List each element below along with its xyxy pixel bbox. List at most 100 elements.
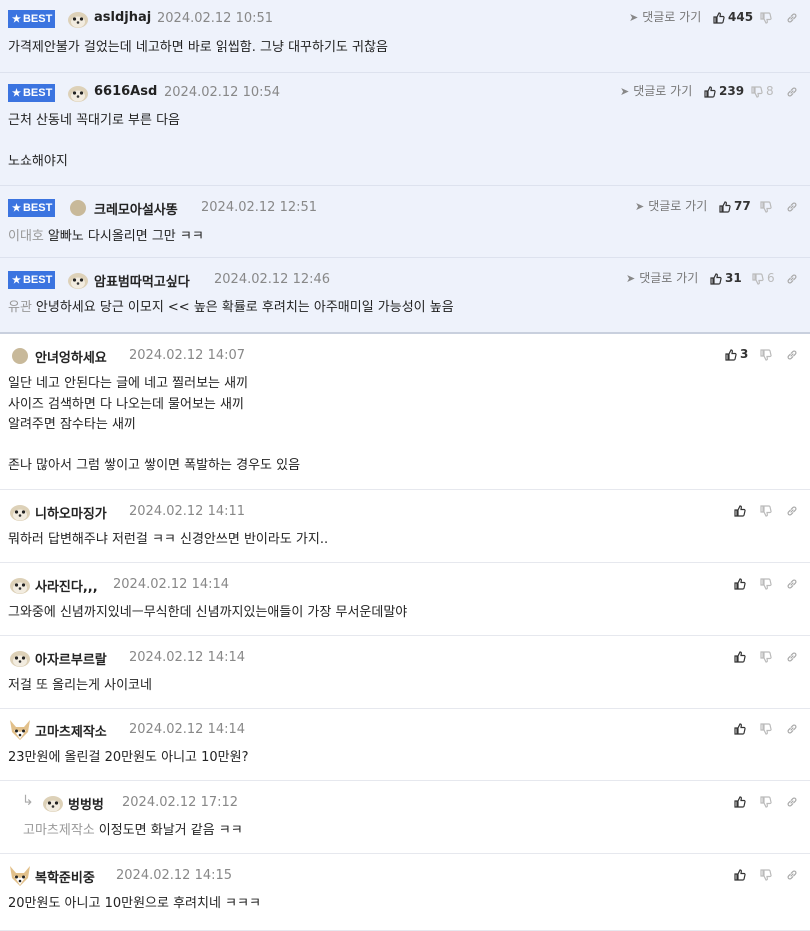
comment-nickname[interactable]: 벙벙벙 [68, 794, 104, 813]
downvote-button[interactable] [760, 503, 775, 517]
link-icon[interactable] [786, 505, 798, 517]
go-to-reply-link[interactable]: ➤ 댓글로 가기 [629, 8, 701, 25]
thumbs-down-icon [760, 795, 772, 808]
thumbs-down-icon [760, 650, 772, 663]
upvote-count: 31 [725, 271, 742, 285]
comment-text: 20만원도 아니고 10만원으로 후려치네 ㅋㅋㅋ [8, 896, 261, 911]
comment-nickname[interactable]: asldjhaj [94, 10, 151, 25]
link-icon[interactable] [786, 201, 798, 213]
dog-avatar-icon[interactable] [8, 500, 32, 524]
go-to-reply-link[interactable]: ➤ 댓글로 가기 [626, 269, 698, 286]
thumbs-down-icon [760, 868, 772, 881]
downvote-button[interactable] [760, 199, 775, 213]
link-icon[interactable] [786, 86, 798, 98]
best-comment: ★ BEST 6616Asd 2024.02.12 10:54 ➤ 댓글로 가기 239 8 근… [0, 73, 810, 186]
link-icon[interactable] [786, 349, 798, 361]
upvote-count: 445 [728, 10, 754, 24]
comment-nickname[interactable]: 6616Asd [94, 84, 157, 99]
thumbs-up-icon [734, 868, 746, 881]
link-icon[interactable] [786, 869, 798, 881]
dog-avatar-icon[interactable] [66, 268, 90, 292]
fox-avatar-icon[interactable] [8, 718, 32, 742]
comment-nickname[interactable]: 사라진다,,, [35, 576, 98, 595]
link-icon[interactable] [786, 12, 798, 24]
dog-avatar-icon[interactable] [8, 646, 32, 670]
send-arrow-icon: ➤ [620, 85, 630, 98]
comment-text: 뭐하러 답변해주냐 저런걸 ㅋㅋ 신경안쓰면 반이라도 가지.. [8, 532, 329, 547]
comment-nickname[interactable]: 크레모아설사똥 [94, 199, 178, 218]
upvote-button[interactable]: 31 [710, 271, 742, 285]
comment-body: 20만원도 아니고 10만원으로 후려치네 ㅋㅋㅋ [8, 894, 261, 915]
mention-tag[interactable]: 이대호 [8, 229, 44, 244]
downvote-button[interactable]: 6 [752, 271, 775, 285]
upvote-button[interactable] [734, 867, 749, 881]
thumbs-down-icon [760, 348, 772, 361]
downvote-button[interactable]: 8 [751, 84, 774, 98]
upvote-button[interactable]: 77 [719, 199, 751, 213]
comment-date: 2024.02.12 12:46 [214, 272, 331, 287]
comment-text: 이정도면 화날거 같음 ㅋㅋ [98, 823, 243, 838]
dog-avatar-icon[interactable] [66, 81, 90, 105]
comment-nickname[interactable]: 니하오마징가 [35, 503, 107, 522]
thumbs-up-icon [713, 11, 725, 24]
upvote-button[interactable] [734, 576, 749, 590]
upvote-button[interactable] [734, 794, 749, 808]
thumbs-up-icon [719, 200, 731, 213]
comment-nickname[interactable]: 복학준비중 [35, 867, 95, 886]
link-icon[interactable] [786, 651, 798, 663]
best-comment: ★ BEST 크레모아설사똥 2024.02.12 12:51 ➤ 댓글로 가기 77 이대호… [0, 186, 810, 258]
fox-avatar-icon[interactable] [8, 864, 32, 888]
downvote-button[interactable] [760, 649, 775, 663]
reply-arrow-icon: ↳ [22, 793, 34, 809]
comment-nickname[interactable]: 고마츠제작소 [35, 721, 107, 740]
link-icon[interactable] [786, 723, 798, 735]
comment-nickname[interactable]: 안녀엉하세요 [35, 347, 107, 366]
comment-text: 안녕하세요 당근 이모지 << 높은 확률로 후려치는 아주매미일 가능성이 높… [35, 300, 454, 315]
comment: 아자르부르랄 2024.02.12 14:14 저걸 또 올리는게 사이코네 [0, 636, 810, 709]
upvote-button[interactable] [734, 503, 749, 517]
upvote-button[interactable]: 3 [725, 347, 748, 361]
comment: 안녀엉하세요 2024.02.12 14:07 3 일단 네고 안된다는 글에 네고 … [0, 334, 810, 490]
downvote-button[interactable] [760, 867, 775, 881]
comment-body: 일단 네고 안된다는 글에 네고 찔러보는 새끼 사이즈 검색하면 다 나오는데… [8, 374, 300, 477]
comment-date: 2024.02.12 14:07 [129, 348, 246, 363]
comment-date: 2024.02.12 10:54 [164, 85, 281, 100]
upvote-button[interactable] [734, 649, 749, 663]
downvote-button[interactable] [760, 576, 775, 590]
downvote-button[interactable] [760, 10, 775, 24]
comment-nickname[interactable]: 아자르부르랄 [35, 649, 107, 668]
thumbs-down-icon [760, 504, 772, 517]
thumbs-down-icon [760, 577, 772, 590]
comment-date: 2024.02.12 10:51 [157, 11, 274, 26]
downvote-button[interactable] [760, 721, 775, 735]
comment-body: 저걸 또 올리는게 사이코네 [8, 676, 152, 697]
dog-avatar-icon[interactable] [41, 791, 65, 815]
thumbs-up-icon [734, 577, 746, 590]
link-icon[interactable] [786, 578, 798, 590]
upvote-button[interactable]: 445 [713, 10, 753, 24]
comment-date: 2024.02.12 12:51 [201, 200, 318, 215]
star-icon: ★ [12, 14, 21, 25]
comment-body: 고마츠제작소 이정도면 화날거 같음 ㅋㅋ [23, 821, 243, 842]
circle-avatar-icon[interactable] [66, 196, 90, 220]
downvote-button[interactable] [760, 347, 775, 361]
go-to-reply-link[interactable]: ➤ 댓글로 가기 [620, 82, 692, 99]
upvote-button[interactable] [734, 721, 749, 735]
go-to-reply-link[interactable]: ➤ 댓글로 가기 [635, 197, 707, 214]
circle-avatar-icon[interactable] [8, 344, 32, 368]
link-icon[interactable] [786, 273, 798, 285]
send-arrow-icon: ➤ [635, 200, 645, 213]
mention-tag[interactable]: 고마츠제작소 [23, 823, 95, 838]
link-icon[interactable] [786, 796, 798, 808]
downvote-button[interactable] [760, 794, 775, 808]
comment-text: 저걸 또 올리는게 사이코네 [8, 678, 152, 693]
upvote-count: 239 [719, 84, 745, 98]
upvote-button[interactable]: 239 [704, 84, 744, 98]
mention-tag[interactable]: 유관 [8, 300, 32, 315]
dog-avatar-icon[interactable] [66, 7, 90, 31]
comment-nickname[interactable]: 암표범따먹고싶다 [94, 271, 190, 290]
downvote-count: 6 [767, 271, 775, 285]
best-badge: ★ BEST [8, 84, 55, 102]
dog-avatar-icon[interactable] [8, 573, 32, 597]
comment: 고마츠제작소 2024.02.12 14:14 23만원에 올린걸 20만원도 아니… [0, 709, 810, 781]
